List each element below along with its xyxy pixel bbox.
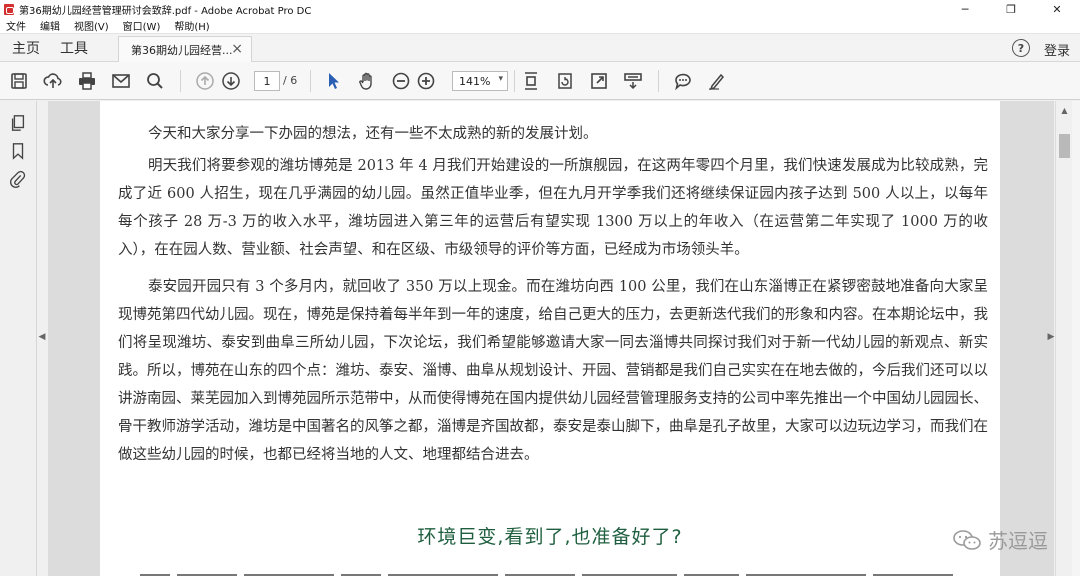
save-icon[interactable] bbox=[8, 70, 30, 92]
cloud-upload-icon[interactable] bbox=[42, 70, 64, 92]
menu-edit[interactable]: 编辑 bbox=[40, 18, 60, 33]
wechat-icon bbox=[953, 529, 981, 550]
restore-button[interactable]: ❐ bbox=[988, 0, 1034, 18]
page-total: / 6 bbox=[283, 74, 298, 87]
login-button[interactable]: 登录 bbox=[1044, 40, 1070, 59]
close-window-button[interactable]: ✕ bbox=[1034, 0, 1080, 18]
watermark: 苏逗逗 bbox=[952, 525, 1048, 554]
menu-help[interactable]: 帮助(H) bbox=[174, 18, 209, 33]
hand-tool-icon[interactable] bbox=[356, 70, 378, 92]
tab-document-label: 第36期幼儿园经营... bbox=[131, 43, 233, 57]
search-icon[interactable] bbox=[144, 70, 166, 92]
tab-bar: 主页 工具 第36期幼儿园经营... × ? 登录 bbox=[0, 34, 1080, 62]
full-screen-icon[interactable] bbox=[588, 70, 610, 92]
acrobat-app-icon bbox=[4, 3, 14, 15]
tab-tools[interactable]: 工具 bbox=[60, 34, 88, 62]
scroll-up-icon[interactable]: ▲ bbox=[1056, 103, 1073, 117]
toolbar-separator bbox=[180, 70, 181, 92]
title-bar: 第36期幼儿园经营管理研讨会致辞.pdf - Adobe Acrobat Pro… bbox=[0, 0, 1080, 18]
tab-home[interactable]: 主页 bbox=[12, 34, 40, 62]
rotate-page-icon[interactable] bbox=[554, 70, 576, 92]
expand-left-panel-icon[interactable]: ◀ bbox=[38, 330, 46, 344]
watermark-text: 苏逗逗 bbox=[988, 529, 1048, 553]
menu-file[interactable]: 文件 bbox=[6, 18, 26, 33]
paragraph-2: 明天我们将要参观的潍坊博苑是 2013 年 4 月我们开始建设的一所旗舰园，在这… bbox=[118, 158, 988, 258]
right-panel-edge bbox=[1072, 101, 1080, 576]
zoom-out-icon[interactable] bbox=[390, 70, 412, 92]
bookmark-icon[interactable] bbox=[8, 141, 28, 161]
next-line-partial bbox=[140, 571, 960, 576]
section-heading: 环境巨变,看到了,也准备好了? bbox=[417, 526, 683, 548]
toolbar-separator bbox=[310, 70, 311, 92]
chevron-down-icon: ▾ bbox=[498, 74, 503, 84]
print-icon[interactable] bbox=[76, 70, 98, 92]
menu-view[interactable]: 视图(V) bbox=[74, 18, 109, 33]
left-navigation-panel bbox=[0, 101, 37, 576]
paragraph-1: 今天和大家分享一下办园的想法，还有一些不太成熟的新的发展计划。 bbox=[148, 126, 598, 142]
help-icon[interactable]: ? bbox=[1012, 39, 1030, 57]
select-cursor-icon[interactable] bbox=[322, 70, 344, 92]
minimize-button[interactable]: ─ bbox=[942, 0, 988, 18]
vertical-scrollbar[interactable]: ▲ bbox=[1055, 101, 1072, 576]
menu-bar: 文件 编辑 视图(V) 窗口(W) 帮助(H) bbox=[0, 18, 1080, 34]
read-mode-icon[interactable] bbox=[622, 70, 644, 92]
zoom-in-icon[interactable] bbox=[415, 70, 437, 92]
previous-page-icon[interactable] bbox=[194, 70, 216, 92]
tab-document[interactable]: 第36期幼儿园经营... × bbox=[118, 36, 252, 62]
zoom-level-value: 141% bbox=[459, 74, 491, 88]
paragraph-3: 泰安园开园只有 3 个多月内，就回收了 350 万以上现金。而在潍坊向西 100… bbox=[118, 279, 988, 463]
attachment-icon[interactable] bbox=[8, 169, 28, 189]
page-thumbnails-icon[interactable] bbox=[8, 113, 28, 133]
comment-icon[interactable] bbox=[672, 70, 694, 92]
toolbar-separator bbox=[658, 70, 659, 92]
window-controls: ─ ❐ ✕ bbox=[942, 0, 1080, 18]
sign-pen-icon[interactable] bbox=[706, 70, 728, 92]
email-icon[interactable] bbox=[110, 70, 132, 92]
fit-page-icon[interactable] bbox=[520, 70, 542, 92]
pdf-page: 今天和大家分享一下办园的想法，还有一些不太成熟的新的发展计划。 明天我们将要参观… bbox=[100, 101, 1000, 576]
document-view[interactable]: 今天和大家分享一下办园的想法，还有一些不太成熟的新的发展计划。 明天我们将要参观… bbox=[48, 101, 1054, 576]
window-title: 第36期幼儿园经营管理研讨会致辞.pdf - Adobe Acrobat Pro… bbox=[19, 5, 312, 17]
zoom-level-select[interactable]: 141% ▾ bbox=[452, 71, 508, 91]
scroll-thumb[interactable] bbox=[1059, 134, 1070, 158]
next-page-icon[interactable] bbox=[220, 70, 242, 92]
expand-right-panel-icon[interactable]: ▶ bbox=[1047, 330, 1055, 344]
toolbar-separator bbox=[514, 70, 515, 92]
menu-window[interactable]: 窗口(W) bbox=[123, 18, 161, 33]
page-number-input[interactable]: 1 bbox=[254, 71, 280, 91]
close-tab-icon[interactable]: × bbox=[231, 41, 243, 57]
toolbar: 1 / 6 141% ▾ bbox=[0, 62, 1080, 100]
